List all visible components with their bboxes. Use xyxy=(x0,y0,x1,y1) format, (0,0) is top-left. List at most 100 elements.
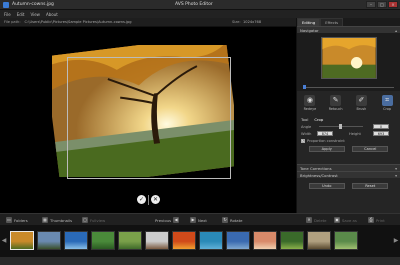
size-label: Size: xyxy=(232,20,241,24)
cancel-crop-icon[interactable]: ✕ xyxy=(151,195,160,204)
tone-corrections-header[interactable]: Tone Corrections ▾ xyxy=(297,164,400,171)
angle-input[interactable]: 0 xyxy=(373,124,389,129)
eye-icon: ◉ xyxy=(304,95,316,106)
height-label: Height xyxy=(349,131,361,136)
thumbnail[interactable] xyxy=(307,231,331,250)
menu-view[interactable]: View xyxy=(30,12,40,17)
angle-row: Angle 0 xyxy=(297,123,400,130)
proportion-checkbox[interactable]: ✓ xyxy=(301,138,305,143)
angle-slider[interactable] xyxy=(319,124,363,129)
width-input[interactable]: 874 xyxy=(317,131,333,136)
tool-brush-label: Brush xyxy=(356,107,367,111)
brightness-header[interactable]: Brightness/Contrast ▾ xyxy=(297,171,400,178)
confirm-crop-icon[interactable]: ✓ xyxy=(137,195,146,204)
tool-redeye[interactable]: ◉ Redeye xyxy=(299,95,321,111)
title-bar: Autumn-cowns.jpg AVS Photo Editor – □ × xyxy=(0,0,400,10)
thumbnails-button[interactable]: ▦ Thumbnails xyxy=(42,217,72,223)
zoom-track xyxy=(303,87,394,88)
next-label: Next xyxy=(198,217,207,223)
fullview-button[interactable]: ▢ Fullview xyxy=(82,217,105,223)
menu-about[interactable]: About xyxy=(46,12,58,17)
close-button[interactable]: × xyxy=(388,1,398,8)
print-button[interactable]: ⎙ Print xyxy=(368,217,385,223)
thumbnails-icon: ▦ xyxy=(42,217,48,223)
thumbnail[interactable] xyxy=(91,231,115,250)
navigator-thumbnail[interactable] xyxy=(320,37,377,79)
thumbnails-label: Thumbnails xyxy=(50,217,73,223)
rotate-icon: ↻ xyxy=(222,217,228,223)
folders-button[interactable]: ▭ Folders xyxy=(6,217,28,223)
cancel-button[interactable]: Cancel xyxy=(352,146,389,152)
window-file-title: Autumn-cowns.jpg xyxy=(12,2,54,7)
navigator xyxy=(297,33,400,83)
tool-brush[interactable]: ✐ Brush xyxy=(350,95,372,111)
chevron-up-icon: ▴ xyxy=(395,28,397,33)
proportion-row[interactable]: ✓ Proportion constraint xyxy=(297,137,400,144)
window-app-title: AVS Photo Editor xyxy=(175,2,213,7)
folders-label: Folders xyxy=(14,217,28,223)
chevron-down-icon: ▾ xyxy=(395,173,397,178)
previous-button[interactable]: Previous ◀ xyxy=(155,217,180,223)
delete-button[interactable]: ✕ Delete xyxy=(306,217,326,223)
next-button[interactable]: ▶ Next xyxy=(190,217,207,223)
apply-button[interactable]: Apply xyxy=(308,146,345,152)
angle-label: Angle xyxy=(301,124,312,129)
info-bar: File path: C:\Users\Public\Pictures\Samp… xyxy=(0,18,296,27)
tool-crop[interactable]: ⌗ Crop xyxy=(376,95,398,111)
delete-label: Delete xyxy=(314,217,327,223)
navigator-label: Navigator xyxy=(300,28,319,33)
tool-row: ◉ Redeye ✎ Retouch ✐ Brush ⌗ Crop xyxy=(297,91,400,117)
thumbnail[interactable] xyxy=(64,231,88,250)
thumbnail[interactable] xyxy=(199,231,223,250)
tool-crop-label: Crop xyxy=(383,107,392,111)
maximize-button[interactable]: □ xyxy=(377,1,387,8)
angle-handle[interactable] xyxy=(339,124,342,129)
folder-icon: ▭ xyxy=(6,217,12,223)
undo-button[interactable]: Undo xyxy=(308,183,345,189)
minimize-button[interactable]: – xyxy=(366,1,376,8)
save-as-button[interactable]: ▣ Save as xyxy=(334,217,357,223)
zoom-slider[interactable] xyxy=(297,83,400,91)
scroll-right-icon[interactable]: ▶ xyxy=(392,231,400,251)
filmstrip: ◀ ▶ xyxy=(0,225,400,256)
menu-edit[interactable]: Edit xyxy=(17,12,25,17)
zoom-handle[interactable] xyxy=(303,85,306,89)
tab-editing[interactable]: Editing xyxy=(297,18,321,26)
navigator-header[interactable]: Navigator ▴ xyxy=(297,26,400,33)
app-icon xyxy=(3,1,9,8)
tool-retouch-label: Retouch xyxy=(328,107,343,111)
crop-buttons: Apply Cancel xyxy=(297,144,400,154)
reset-button[interactable]: Reset xyxy=(352,183,389,189)
thumbnail[interactable] xyxy=(10,231,34,250)
thumbnail[interactable] xyxy=(145,231,169,250)
thumbnail[interactable] xyxy=(172,231,196,250)
thumbnail[interactable] xyxy=(37,231,61,250)
image-canvas[interactable]: ✓ ✕ xyxy=(0,27,296,213)
thumbnail[interactable] xyxy=(118,231,142,250)
thumbnail[interactable] xyxy=(280,231,304,250)
delete-icon: ✕ xyxy=(306,217,312,223)
window-controls: – □ × xyxy=(366,1,398,8)
panel-tabs: Editing Effects xyxy=(297,18,400,26)
thumbnail[interactable] xyxy=(334,231,358,250)
width-label: Width xyxy=(301,131,312,136)
status-bar xyxy=(0,256,400,265)
rotate-button[interactable]: ↻ Rotate xyxy=(222,217,242,223)
brush-icon: ✐ xyxy=(355,95,367,106)
thumbnail[interactable] xyxy=(253,231,277,250)
thumbnail[interactable] xyxy=(226,231,250,250)
scroll-left-icon[interactable]: ◀ xyxy=(0,231,8,251)
rotate-label: Rotate xyxy=(230,217,243,223)
fullview-label: Fullview xyxy=(90,217,106,223)
save-as-label: Save as xyxy=(342,217,357,223)
file-path: C:\Users\Public\Pictures\Sample Pictures… xyxy=(24,20,132,24)
menu-file[interactable]: File xyxy=(4,12,11,17)
crop-selection[interactable] xyxy=(67,57,231,179)
arrow-left-icon: ◀ xyxy=(173,217,180,223)
size-value: 1024x768 xyxy=(243,20,262,24)
crop-icon: ⌗ xyxy=(381,95,393,106)
bottom-toolbar: ▭ Folders ▦ Thumbnails ▢ Fullview Previo… xyxy=(0,213,400,225)
height-input[interactable]: 693 xyxy=(373,131,389,136)
tool-retouch[interactable]: ✎ Retouch xyxy=(325,95,347,111)
tab-effects[interactable]: Effects xyxy=(320,18,344,26)
